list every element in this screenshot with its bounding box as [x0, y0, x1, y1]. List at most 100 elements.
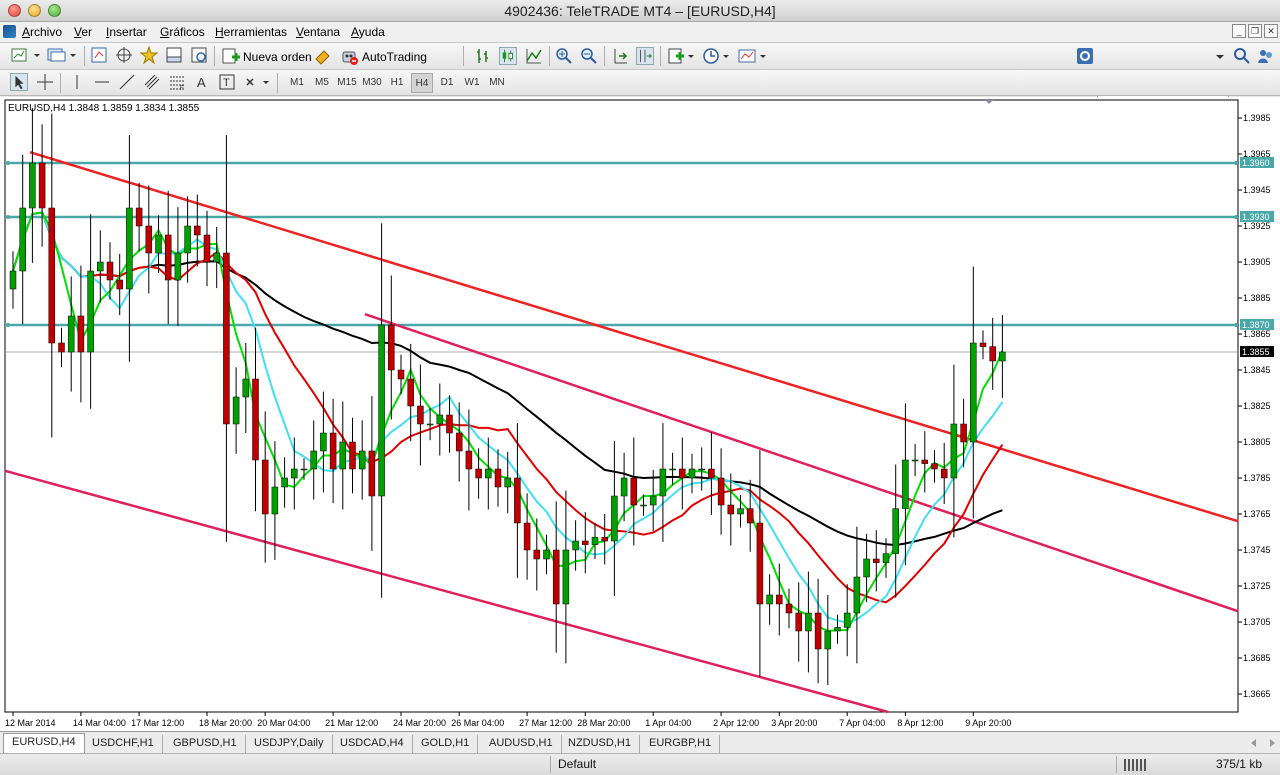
bearish-candle: [756, 522, 764, 605]
tab-gbpusd-h1[interactable]: GBPUSD,H1: [165, 735, 246, 753]
bearish-candle: [48, 207, 56, 344]
indicators-icon[interactable]: [667, 47, 695, 65]
metaeditor-icon[interactable]: [314, 47, 332, 65]
cursor-icon[interactable]: [10, 73, 28, 91]
candlesticks-icon[interactable]: [499, 47, 517, 65]
bearish-candle: [523, 522, 531, 551]
menu-graficos[interactable]: Gráficos: [160, 25, 205, 39]
bullish-candle: [669, 468, 676, 471]
text-icon[interactable]: A: [193, 73, 211, 91]
menu-ver[interactable]: Ver: [74, 25, 92, 39]
bearish-candle: [38, 162, 46, 209]
bearish-candle: [135, 207, 143, 227]
bearish-candle: [717, 477, 725, 506]
bullish-candle: [9, 270, 17, 290]
bearish-candle: [708, 468, 715, 479]
arrows-icon[interactable]: [244, 73, 270, 91]
bullish-candle: [19, 207, 26, 272]
horizontal-level-anchor: [6, 323, 10, 327]
zoom-out-icon[interactable]: [580, 47, 598, 65]
bearish-candle: [203, 234, 211, 263]
tab-eurusd-h4[interactable]: EURUSD,H4: [3, 733, 85, 753]
terminal-icon[interactable]: [165, 46, 183, 64]
timeframe-d1[interactable]: D1: [436, 73, 458, 93]
bullish-candle: [659, 468, 667, 497]
mdi-restore-icon[interactable]: ❐: [1248, 24, 1262, 38]
tab-audusd-h1[interactable]: AUDUSD,H1: [481, 735, 562, 753]
autotrading-button[interactable]: AutoTrading: [362, 47, 427, 67]
chart-shift-icon[interactable]: [636, 47, 654, 65]
bearish-candle: [785, 603, 793, 614]
chart-header: EURUSD,H4 1.3848 1.3859 1.3834 1.3855: [8, 103, 200, 114]
line-chart-icon[interactable]: [525, 47, 543, 65]
text-label-icon[interactable]: T: [218, 73, 236, 91]
price-chart[interactable]: EURUSD,H4 1.3848 1.3859 1.3834 1.3855 1.…: [0, 97, 1280, 731]
search-icon[interactable]: [1233, 47, 1251, 65]
data-window-icon[interactable]: [115, 46, 133, 64]
periods-icon[interactable]: [702, 47, 730, 65]
new-order-icon[interactable]: [222, 47, 240, 65]
tab-usdjpy-daily[interactable]: USDJPY,Daily: [246, 735, 333, 753]
timeframe-h1[interactable]: H1: [386, 73, 408, 93]
y-tick-label: 1.3705: [1243, 617, 1271, 627]
tab-eurgbp-h1[interactable]: EURGBP,H1: [641, 735, 721, 753]
bullish-candle: [281, 477, 288, 488]
menu-ventana[interactable]: Ventana: [296, 25, 340, 39]
svg-text:T: T: [223, 77, 230, 89]
tab-usdcad-h4[interactable]: USDCAD,H4: [332, 735, 413, 753]
profiles-icon[interactable]: [46, 46, 76, 64]
navigator-icon[interactable]: [140, 46, 158, 64]
bullish-candle: [504, 477, 511, 488]
bar-chart-icon[interactable]: [474, 47, 492, 65]
tab-usdchf-h1[interactable]: USDCHF,H1: [84, 735, 163, 753]
bearish-candle: [582, 540, 589, 545]
new-order-button[interactable]: Nueva orden: [243, 47, 312, 67]
new-chart-icon[interactable]: [10, 46, 40, 64]
bearish-candle: [388, 324, 395, 371]
menu-insertar[interactable]: Insertar: [106, 25, 147, 39]
bullish-candle: [174, 252, 182, 281]
autotrading-icon[interactable]: [340, 47, 358, 65]
search-settings-icon[interactable]: [1076, 47, 1094, 65]
status-bar: Default 375/1 kb: [0, 753, 1280, 775]
templates-icon[interactable]: [737, 47, 767, 65]
crosshair-icon[interactable]: [36, 73, 54, 91]
market-watch-icon[interactable]: [90, 46, 108, 64]
auto-scroll-icon[interactable]: [611, 47, 629, 65]
menu-archivo[interactable]: Archivo: [22, 25, 62, 39]
mdi-minimize-icon[interactable]: _: [1232, 24, 1246, 38]
strategy-tester-icon[interactable]: [190, 46, 208, 64]
tab-scroll-arrows-icon[interactable]: [1250, 738, 1276, 748]
tab-nzdusd-h1[interactable]: NZDUSD,H1: [560, 735, 640, 753]
timeframe-m5[interactable]: M5: [311, 73, 333, 93]
vertical-line-icon[interactable]: [68, 73, 86, 91]
search-dropdown-icon[interactable]: [1213, 48, 1227, 66]
y-tick-label: 1.3925: [1243, 221, 1271, 231]
timeframe-mn[interactable]: MN: [486, 73, 508, 93]
y-tick-label: 1.3785: [1243, 473, 1271, 483]
timeframe-m30[interactable]: M30: [361, 73, 383, 93]
y-tick-label: 1.3985: [1243, 113, 1271, 123]
bearish-candle: [164, 234, 172, 281]
zoom-in-icon[interactable]: [555, 47, 573, 65]
menu-ayuda[interactable]: Ayuda: [351, 25, 385, 39]
community-icon[interactable]: [1257, 47, 1275, 65]
chart-window[interactable]: EURUSD,H4 1.3848 1.3859 1.3834 1.3855 1.…: [0, 97, 1280, 731]
timeframe-m15[interactable]: M15: [336, 73, 358, 93]
fibonacci-icon[interactable]: F: [168, 73, 186, 91]
timeframe-m1[interactable]: M1: [286, 73, 308, 93]
horizontal-line-icon[interactable]: [93, 73, 111, 91]
mdi-close-icon[interactable]: ✕: [1264, 24, 1278, 38]
timeframe-w1[interactable]: W1: [461, 73, 483, 93]
timeframe-h4[interactable]: H4: [411, 73, 433, 93]
x-tick-label: 2 Apr 12:00: [713, 718, 759, 728]
y-tick-label: 1.3745: [1243, 545, 1271, 555]
menu-herramientas[interactable]: Herramientas: [215, 25, 287, 39]
equidistant-channel-icon[interactable]: [143, 73, 161, 91]
tab-gold-h1[interactable]: GOLD,H1: [413, 735, 479, 753]
trendline-icon[interactable]: [118, 73, 136, 91]
bullish-candle: [737, 508, 744, 515]
bearish-candle: [455, 432, 463, 452]
bearish-candle: [795, 612, 802, 632]
app-icon[interactable]: [3, 25, 16, 38]
